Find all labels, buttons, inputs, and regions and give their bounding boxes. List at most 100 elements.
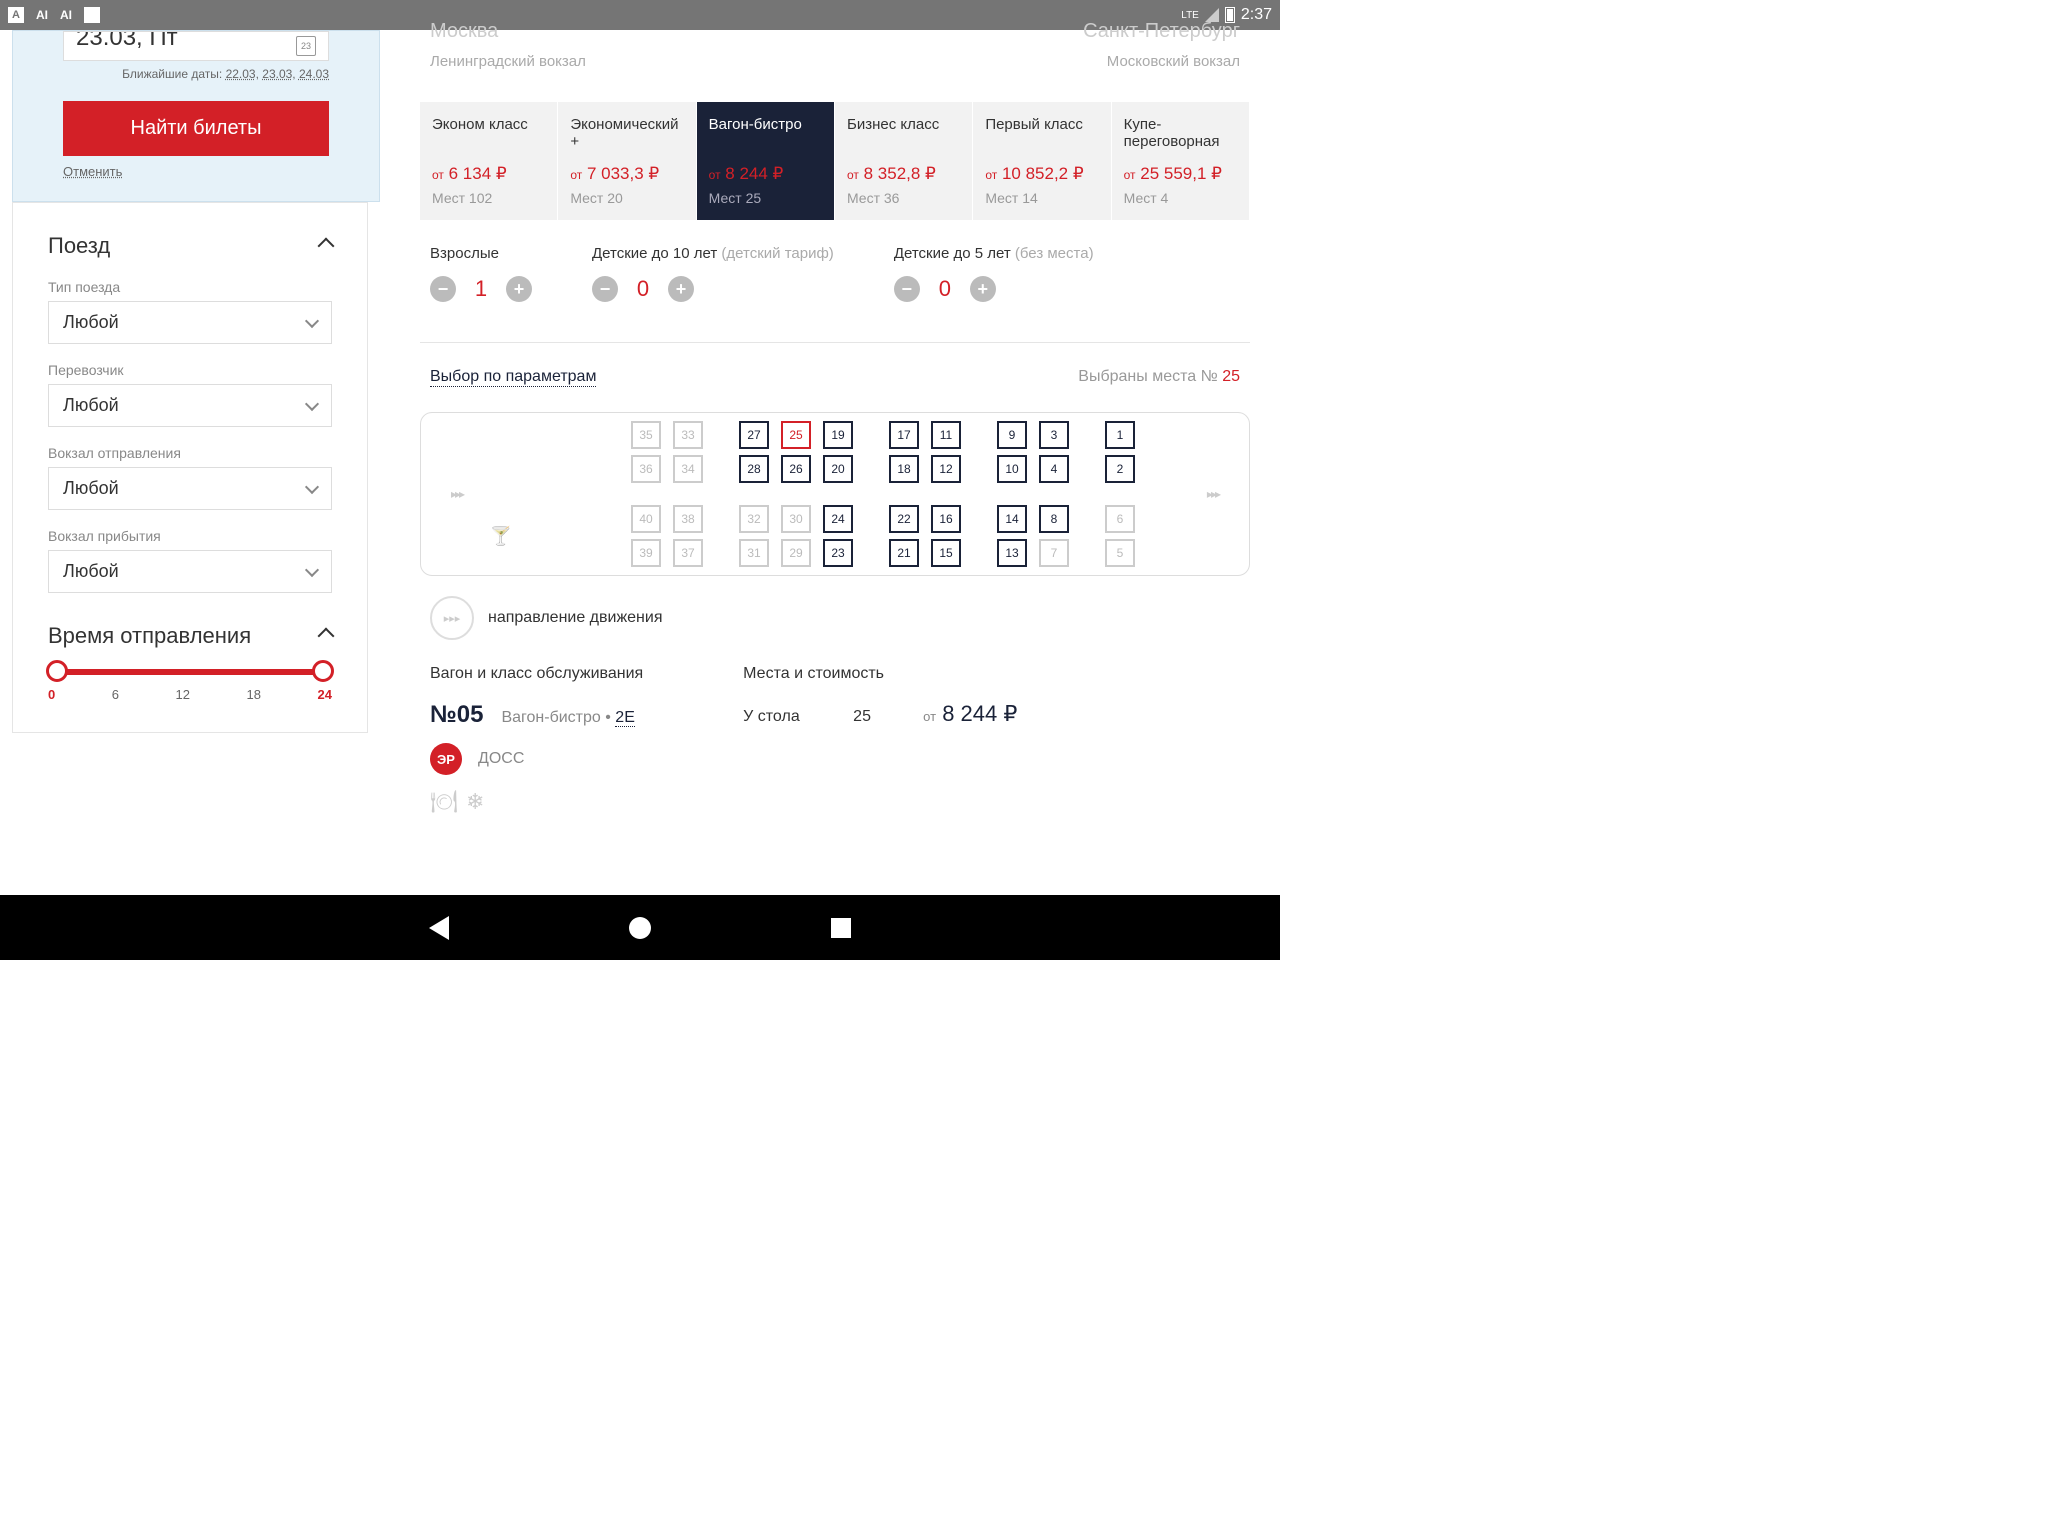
ac-icon: ❄ bbox=[466, 789, 484, 815]
seat-27[interactable]: 27 bbox=[739, 421, 769, 449]
seat-19[interactable]: 19 bbox=[823, 421, 853, 449]
seat-29: 29 bbox=[781, 539, 811, 567]
child10-minus[interactable]: − bbox=[592, 276, 618, 302]
date-link-1[interactable]: 23.03 bbox=[262, 67, 292, 81]
slider-handle-max[interactable] bbox=[312, 660, 334, 682]
child5-plus[interactable]: + bbox=[970, 276, 996, 302]
child10-count: 0 bbox=[636, 276, 650, 302]
time-slider[interactable] bbox=[54, 669, 326, 675]
seat-11[interactable]: 11 bbox=[931, 421, 961, 449]
pax-child5: Детские до 5 лет (без места) − 0 + bbox=[894, 245, 1094, 302]
seat-17[interactable]: 17 bbox=[889, 421, 919, 449]
seat-28[interactable]: 28 bbox=[739, 455, 769, 483]
search-panel: 23.03, Пт 23 Ближайшие даты: 22.03, 23.0… bbox=[12, 30, 380, 202]
selected-seats-label: Выбраны места № 25 bbox=[1078, 368, 1240, 387]
train-type-label: Тип поезда bbox=[48, 279, 332, 295]
filters-panel: Поезд Тип поезда Любой Перевозчик Любой … bbox=[12, 202, 368, 733]
class-tab-0[interactable]: Эконом классот 6 134 ₽Мест 102 bbox=[420, 102, 558, 220]
nav-back-button[interactable] bbox=[429, 916, 449, 940]
seat-14[interactable]: 14 bbox=[997, 505, 1027, 533]
seat-3[interactable]: 3 bbox=[1039, 421, 1069, 449]
to-city: Санкт-Петербург bbox=[1083, 20, 1240, 43]
seat-2[interactable]: 2 bbox=[1105, 455, 1135, 483]
clock: 2:37 bbox=[1241, 6, 1272, 24]
search-button[interactable]: Найти билеты bbox=[63, 101, 329, 156]
class-tab-2[interactable]: Вагон-бистроот 8 244 ₽Мест 25 bbox=[697, 102, 835, 220]
arr-station-select[interactable]: Любой bbox=[48, 550, 332, 593]
food-icon: 🍽 bbox=[430, 789, 458, 815]
seat-22[interactable]: 22 bbox=[889, 505, 919, 533]
seat-15[interactable]: 15 bbox=[931, 539, 961, 567]
seat-32: 32 bbox=[739, 505, 769, 533]
seat-5: 5 bbox=[1105, 539, 1135, 567]
from-city: Москва bbox=[430, 20, 586, 43]
dep-station-label: Вокзал отправления bbox=[48, 445, 332, 461]
seat-25[interactable]: 25 bbox=[781, 421, 811, 449]
from-station: Ленинградский вокзал bbox=[430, 53, 586, 70]
route-header: Москва Ленинградский вокзал Санкт-Петерб… bbox=[420, 30, 1250, 82]
car-info-col: Вагон и класс обслуживания №05 Вагон-бис… bbox=[430, 665, 643, 815]
seat-9[interactable]: 9 bbox=[997, 421, 1027, 449]
train-section-title[interactable]: Поезд bbox=[48, 233, 332, 259]
date-link-2[interactable]: 24.03 bbox=[299, 67, 329, 81]
direction-arrow-icon: ▸▸▸ bbox=[451, 487, 463, 501]
carrier-select[interactable]: Любой bbox=[48, 384, 332, 427]
class-code-link[interactable]: 2Е bbox=[615, 709, 635, 727]
class-tab-4[interactable]: Первый классот 10 852,2 ₽Мест 14 bbox=[973, 102, 1111, 220]
sd-icon bbox=[84, 7, 100, 23]
seat-1[interactable]: 1 bbox=[1105, 421, 1135, 449]
cancel-link[interactable]: Отменить bbox=[63, 164, 122, 179]
seat-36: 36 bbox=[631, 455, 661, 483]
nav-recent-button[interactable] bbox=[831, 918, 851, 938]
seat-10[interactable]: 10 bbox=[997, 455, 1027, 483]
seat-35: 35 bbox=[631, 421, 661, 449]
pax-child10: Детские до 10 лет (детский тариф) − 0 + bbox=[592, 245, 834, 302]
carrier-label: Перевозчик bbox=[48, 362, 332, 378]
seat-16[interactable]: 16 bbox=[931, 505, 961, 533]
class-tab-1[interactable]: Экономический +от 7 033,3 ₽Мест 20 bbox=[558, 102, 696, 220]
seat-26[interactable]: 26 bbox=[781, 455, 811, 483]
nav-home-button[interactable] bbox=[629, 917, 651, 939]
class-tab-5[interactable]: Купе-переговорнаяот 25 559,1 ₽Мест 4 bbox=[1112, 102, 1250, 220]
amenity-icons: 🍽 ❄ bbox=[430, 789, 643, 815]
chevron-down-icon bbox=[305, 396, 319, 410]
class-tabs: Эконом классот 6 134 ₽Мест 102Экономичес… bbox=[420, 102, 1250, 220]
child10-plus[interactable]: + bbox=[668, 276, 694, 302]
doss-label: ДОСС bbox=[478, 750, 524, 768]
train-type-select[interactable]: Любой bbox=[48, 301, 332, 344]
seat-30: 30 bbox=[781, 505, 811, 533]
seat-7: 7 bbox=[1039, 539, 1069, 567]
car-diagram: 35363334272825261920171811129103412 ▸▸▸ … bbox=[420, 412, 1250, 576]
cost-seat: 25 bbox=[853, 708, 883, 726]
direction-arrow-icon: ▸▸▸ bbox=[1207, 487, 1219, 501]
seat-23[interactable]: 23 bbox=[823, 539, 853, 567]
seat-18[interactable]: 18 bbox=[889, 455, 919, 483]
seat-12[interactable]: 12 bbox=[931, 455, 961, 483]
adults-plus[interactable]: + bbox=[506, 276, 532, 302]
slider-ticks: 0 6 12 18 24 bbox=[48, 687, 332, 702]
child5-minus[interactable]: − bbox=[894, 276, 920, 302]
seat-20[interactable]: 20 bbox=[823, 455, 853, 483]
seat-39: 39 bbox=[631, 539, 661, 567]
lte-indicator: LTE bbox=[1181, 10, 1199, 21]
dep-station-select[interactable]: Любой bbox=[48, 467, 332, 510]
date-link-0[interactable]: 22.03 bbox=[226, 67, 256, 81]
seat-4[interactable]: 4 bbox=[1039, 455, 1069, 483]
seat-24[interactable]: 24 bbox=[823, 505, 853, 533]
bistro-icon: 🍸 bbox=[461, 526, 541, 547]
seat-8[interactable]: 8 bbox=[1039, 505, 1069, 533]
date-input[interactable]: 23.03, Пт 23 bbox=[63, 31, 329, 61]
chevron-down-icon bbox=[305, 313, 319, 327]
ai-icon-2: AI bbox=[60, 8, 72, 22]
slider-handle-min[interactable] bbox=[46, 660, 68, 682]
seat-40: 40 bbox=[631, 505, 661, 533]
params-link[interactable]: Выбор по параметрам bbox=[430, 368, 596, 387]
chevron-up-icon bbox=[318, 628, 335, 645]
adults-minus[interactable]: − bbox=[430, 276, 456, 302]
class-tab-3[interactable]: Бизнес классот 8 352,8 ₽Мест 36 bbox=[835, 102, 973, 220]
seat-21[interactable]: 21 bbox=[889, 539, 919, 567]
seat-13[interactable]: 13 bbox=[997, 539, 1027, 567]
chevron-up-icon bbox=[318, 238, 335, 255]
time-section-title[interactable]: Время отправления bbox=[48, 623, 332, 649]
er-badge: ЭР bbox=[430, 743, 462, 775]
